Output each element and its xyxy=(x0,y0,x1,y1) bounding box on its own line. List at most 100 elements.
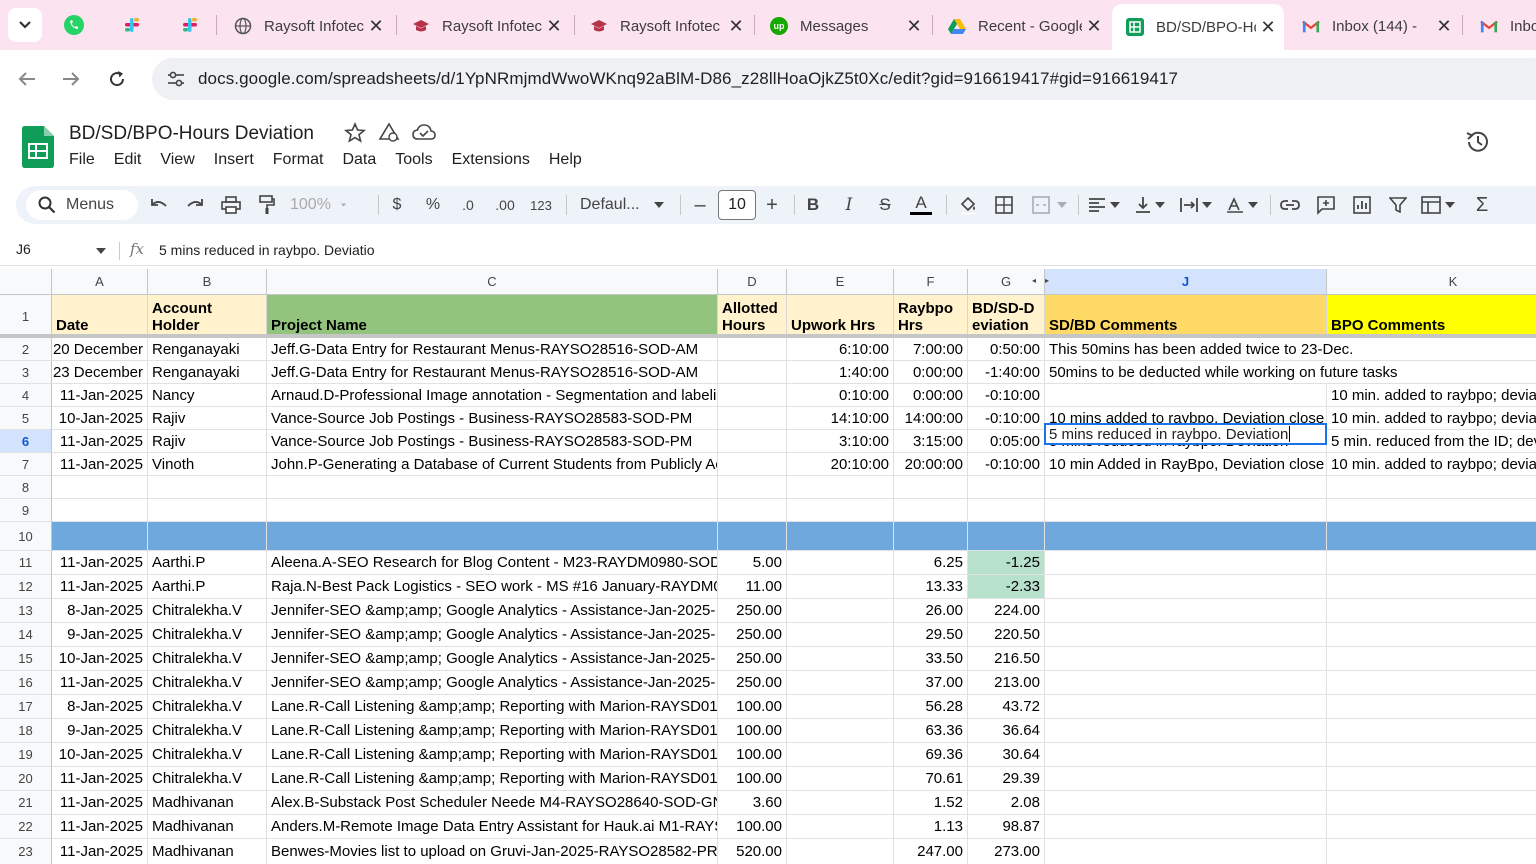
close-tab-icon[interactable]: ✕ xyxy=(902,16,926,37)
cell-e5[interactable]: 14:10:00 xyxy=(787,407,894,430)
cell-b13[interactable]: Chitralekha.V xyxy=(148,599,267,623)
print-button[interactable] xyxy=(216,186,246,224)
select-all-corner[interactable] xyxy=(0,269,52,295)
increase-decimal-button[interactable]: .00 xyxy=(490,186,520,224)
cell-f20[interactable]: 70.61 xyxy=(894,767,968,791)
cell-e8[interactable] xyxy=(787,476,894,499)
menu-file[interactable]: File xyxy=(69,151,95,169)
column-header-e[interactable]: E xyxy=(787,269,894,295)
header-cell-k[interactable]: BPO Comments xyxy=(1327,295,1536,338)
cell-a20[interactable]: 11-Jan-2025 xyxy=(52,767,148,791)
cell-j19[interactable] xyxy=(1045,743,1327,767)
cell-d23[interactable]: 520.00 xyxy=(718,839,787,864)
fill-color-button[interactable] xyxy=(954,186,982,224)
cell-a22[interactable]: 11-Jan-2025 xyxy=(52,815,148,839)
pinned-tab-slack-2[interactable] xyxy=(174,10,206,40)
cell-k18[interactable] xyxy=(1327,719,1536,743)
close-tab-icon[interactable]: ✕ xyxy=(724,16,748,37)
cell-e11[interactable] xyxy=(787,551,894,575)
cell-k5[interactable]: 10 min. added to raybpo; devia xyxy=(1327,407,1536,430)
pinned-tab-slack[interactable] xyxy=(116,10,148,40)
font-select[interactable]: Defaul... xyxy=(576,186,672,224)
cell-c18[interactable]: Lane.R-Call Listening &amp;amp; Reportin… xyxy=(267,719,718,743)
cell-k23[interactable] xyxy=(1327,839,1536,864)
close-tab-icon[interactable]: ✕ xyxy=(1082,16,1106,37)
cell-b20[interactable]: Chitralekha.V xyxy=(148,767,267,791)
cell-b22[interactable]: Madhivanan xyxy=(148,815,267,839)
tab-messages[interactable]: up Messages ✕ xyxy=(756,6,930,46)
functions-button[interactable]: Σ xyxy=(1468,186,1496,224)
cell-f16[interactable]: 37.00 xyxy=(894,671,968,695)
tab-raysoft-1[interactable]: Raysoft Infotec ✕ xyxy=(220,6,392,46)
cell-e4[interactable]: 0:10:00 xyxy=(787,384,894,407)
cell-f10[interactable] xyxy=(894,522,968,551)
row-header-15[interactable]: 15 xyxy=(0,647,52,671)
row-header-1[interactable]: 1 xyxy=(0,295,52,338)
cell-k13[interactable] xyxy=(1327,599,1536,623)
cell-j8[interactable] xyxy=(1045,476,1327,499)
cell-b7[interactable]: Vinoth xyxy=(148,453,267,476)
undo-button[interactable] xyxy=(144,186,174,224)
sheets-logo[interactable] xyxy=(22,126,54,168)
star-icon[interactable] xyxy=(343,121,367,149)
cell-d15[interactable]: 250.00 xyxy=(718,647,787,671)
cell-b9[interactable] xyxy=(148,499,267,522)
menu-search[interactable]: Menus xyxy=(26,190,138,220)
cell-c6[interactable]: Vance-Source Job Postings - Business-RAY… xyxy=(267,430,718,453)
cell-g8[interactable] xyxy=(968,476,1045,499)
cell-k6[interactable]: 5 min. reduced from the ID; dev xyxy=(1327,430,1536,453)
cell-e20[interactable] xyxy=(787,767,894,791)
frozen-row-divider[interactable] xyxy=(0,334,1536,338)
cell-g3[interactable]: -1:40:00 xyxy=(968,361,1045,384)
cell-d7[interactable] xyxy=(718,453,787,476)
cell-d5[interactable] xyxy=(718,407,787,430)
column-header-c[interactable]: C xyxy=(267,269,718,295)
cell-c7[interactable]: John.P-Generating a Database of Current … xyxy=(267,453,718,476)
cell-j17[interactable] xyxy=(1045,695,1327,719)
cell-b5[interactable]: Rajiv xyxy=(148,407,267,430)
bold-button[interactable]: B xyxy=(800,186,826,224)
cell-a4[interactable]: 11-Jan-2025 xyxy=(52,384,148,407)
cell-g16[interactable]: 213.00 xyxy=(968,671,1045,695)
column-header-j[interactable]: J xyxy=(1045,269,1327,295)
cell-j23[interactable] xyxy=(1045,839,1327,864)
cell-g14[interactable]: 220.50 xyxy=(968,623,1045,647)
header-cell-f[interactable]: Raybpo Hrs xyxy=(894,295,968,338)
cell-d19[interactable]: 100.00 xyxy=(718,743,787,767)
merge-cells-button[interactable] xyxy=(1028,186,1070,224)
cell-j14[interactable] xyxy=(1045,623,1327,647)
cell-j4[interactable] xyxy=(1045,384,1327,407)
cell-j20[interactable] xyxy=(1045,767,1327,791)
cell-j12[interactable] xyxy=(1045,575,1327,599)
cell-c19[interactable]: Lane.R-Call Listening &amp;amp; Reportin… xyxy=(267,743,718,767)
cell-e22[interactable] xyxy=(787,815,894,839)
cell-b14[interactable]: Chitralekha.V xyxy=(148,623,267,647)
cell-a23[interactable]: 11-Jan-2025 xyxy=(52,839,148,864)
cell-k7[interactable]: 10 min. added to raybpo; devia xyxy=(1327,453,1536,476)
cell-d20[interactable]: 100.00 xyxy=(718,767,787,791)
strikethrough-button[interactable]: S xyxy=(872,186,898,224)
cell-d16[interactable]: 250.00 xyxy=(718,671,787,695)
cell-d4[interactable] xyxy=(718,384,787,407)
cell-f14[interactable]: 29.50 xyxy=(894,623,968,647)
site-info-icon[interactable] xyxy=(158,71,194,87)
row-header-10[interactable]: 10 xyxy=(0,522,52,551)
cell-g19[interactable]: 30.64 xyxy=(968,743,1045,767)
column-header-k[interactable]: K xyxy=(1327,269,1536,295)
menu-tools[interactable]: Tools xyxy=(395,151,432,169)
cell-j11[interactable] xyxy=(1045,551,1327,575)
cell-e3[interactable]: 1:40:00 xyxy=(787,361,894,384)
row-header-19[interactable]: 19 xyxy=(0,743,52,767)
menu-extensions[interactable]: Extensions xyxy=(452,151,530,169)
omnibox[interactable]: docs.google.com/spreadsheets/d/1YpNRmjmd… xyxy=(152,58,1536,100)
cell-d9[interactable] xyxy=(718,499,787,522)
cell-b11[interactable]: Aarthi.P xyxy=(148,551,267,575)
cell-g23[interactable]: 273.00 xyxy=(968,839,1045,864)
menu-format[interactable]: Format xyxy=(273,151,324,169)
row-header-12[interactable]: 12 xyxy=(0,575,52,599)
hidden-columns-indicator[interactable]: ▸ xyxy=(1045,276,1055,288)
cell-f15[interactable]: 33.50 xyxy=(894,647,968,671)
cell-j10[interactable] xyxy=(1045,522,1327,551)
text-wrap-button[interactable] xyxy=(1176,186,1216,224)
row-header-11[interactable]: 11 xyxy=(0,551,52,575)
